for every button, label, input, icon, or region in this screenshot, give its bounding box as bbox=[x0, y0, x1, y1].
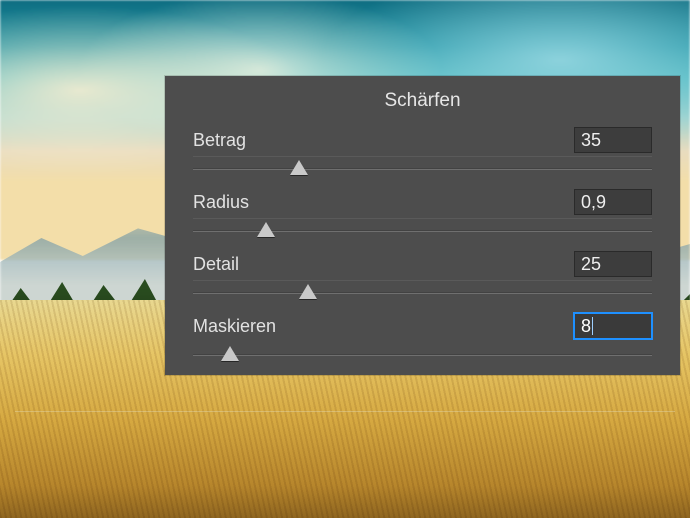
row-masking: Maskieren 8 bbox=[193, 312, 652, 374]
label-amount: Betrag bbox=[193, 130, 246, 151]
slider-radius[interactable] bbox=[193, 220, 652, 242]
slider-masking[interactable] bbox=[193, 344, 652, 366]
slider-thumb-detail[interactable] bbox=[299, 284, 317, 299]
label-masking: Maskieren bbox=[193, 316, 276, 337]
row-detail: Detail 25 bbox=[193, 250, 652, 312]
input-amount[interactable]: 35 bbox=[574, 127, 652, 153]
input-masking[interactable]: 8 bbox=[574, 313, 652, 339]
input-radius[interactable]: 0,9 bbox=[574, 189, 652, 215]
slider-amount[interactable] bbox=[193, 158, 652, 180]
label-detail: Detail bbox=[193, 254, 239, 275]
slider-detail[interactable] bbox=[193, 282, 652, 304]
panel-title: Schärfen bbox=[193, 90, 652, 112]
slider-thumb-amount[interactable] bbox=[290, 160, 308, 175]
sharpen-panel: Schärfen Betrag 35 Radius 0,9 Detail 25 bbox=[165, 76, 680, 375]
input-detail[interactable]: 25 bbox=[574, 251, 652, 277]
row-radius: Radius 0,9 bbox=[193, 188, 652, 250]
slider-thumb-masking[interactable] bbox=[221, 346, 239, 361]
label-radius: Radius bbox=[193, 192, 249, 213]
row-amount: Betrag 35 bbox=[193, 126, 652, 188]
slider-thumb-radius[interactable] bbox=[257, 222, 275, 237]
